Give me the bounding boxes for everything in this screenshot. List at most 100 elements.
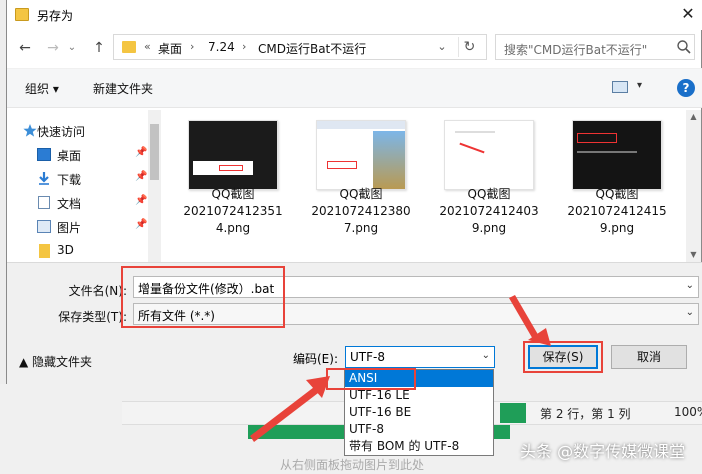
document-icon	[38, 196, 50, 209]
back-arrow-icon[interactable]: ←	[15, 38, 35, 58]
refresh-icon[interactable]: ↻	[458, 37, 480, 57]
star-icon	[23, 124, 37, 137]
file-name-line: QQ截图	[467, 187, 511, 201]
sidebar-item-label: 文档	[57, 197, 82, 211]
address-folder-icon	[122, 41, 136, 53]
list-item[interactable]: QQ截图 2021072412351 4.png	[171, 110, 295, 250]
encoding-option-utf8-bom[interactable]: 带有 BOM 的 UTF-8	[345, 438, 493, 455]
file-name-line: QQ截图	[211, 187, 255, 201]
help-icon[interactable]: ?	[677, 79, 695, 97]
address-overflow-chevron[interactable]: «	[144, 40, 151, 53]
view-options-icon[interactable]	[612, 81, 628, 93]
new-folder-button[interactable]: 新建文件夹	[93, 80, 153, 97]
file-name-line: QQ截图	[339, 187, 383, 201]
sidebar-item-pictures[interactable]: 图片 📌	[17, 216, 147, 238]
pin-icon: 📌	[135, 147, 148, 158]
search-box[interactable]: 搜索"CMD运行Bat不运行"	[495, 34, 695, 60]
encoding-value: UTF-8	[350, 350, 385, 364]
title-bar: 另存为 ✕	[7, 0, 702, 30]
file-name-line: QQ截图	[595, 187, 639, 201]
address-dropdown-icon[interactable]: ⌄	[434, 38, 450, 56]
sidebar-item-3d[interactable]: 3D	[17, 240, 147, 262]
organize-menu[interactable]: 组织 ▾	[25, 80, 59, 97]
file-thumbnail	[444, 120, 534, 190]
watermark-text: 头条 @数字传媒微课堂	[520, 442, 686, 461]
address-bar[interactable]: « 桌面 › 7.24 › CMD运行Bat不运行 ⌄ ↻	[113, 34, 487, 60]
breadcrumb-7-24[interactable]: 7.24	[208, 40, 235, 54]
sidebar-scrollbar-thumb[interactable]	[150, 124, 159, 180]
breadcrumb-separator[interactable]: ›	[190, 40, 194, 53]
file-list: QQ截图 2021072412351 4.png QQ截图 2021072412…	[167, 110, 687, 262]
scroll-down-icon[interactable]: ▼	[686, 248, 701, 262]
file-name-line: 2021072412351	[183, 204, 283, 218]
breadcrumb-current-folder[interactable]: CMD运行Bat不运行	[258, 40, 366, 57]
file-type-dropdown-icon[interactable]: ⌄	[686, 307, 694, 318]
list-item[interactable]: QQ截图 2021072412380 7.png	[299, 110, 423, 250]
desktop-icon	[37, 148, 51, 161]
pin-icon: 📌	[135, 171, 148, 182]
encoding-option-utf8[interactable]: UTF-8	[345, 421, 493, 438]
folder-icon	[39, 244, 50, 258]
file-name-line: 2021072412403	[439, 204, 539, 218]
sidebar-item-label: 桌面	[57, 149, 82, 163]
file-name: QQ截图 2021072412380 7.png	[299, 186, 423, 237]
file-thumbnail	[188, 120, 278, 190]
encoding-option-utf16be[interactable]: UTF-16 BE	[345, 404, 493, 421]
command-toolbar: 组织 ▾ 新建文件夹 ▾ ?	[7, 68, 702, 108]
file-list-scrollbar[interactable]: ▲ ▼	[686, 110, 701, 262]
navigation-pane: 快速访问 桌面 📌 下载 📌 文档 📌 图片 📌 3D	[7, 110, 159, 262]
list-item[interactable]: QQ截图 2021072412415 9.png	[555, 110, 679, 250]
background-status-indicator	[500, 403, 526, 423]
sidebar-item-label: 下载	[57, 173, 82, 187]
hide-folders-toggle[interactable]: ▲ 隐藏文件夹	[19, 353, 92, 370]
scroll-up-icon[interactable]: ▲	[686, 110, 701, 124]
save-as-dialog: 另存为 ✕ ← → ⌄ ↑ « 桌面 › 7.24 › CMD运行Bat不运行 …	[6, 0, 702, 384]
sidebar-item-desktop[interactable]: 桌面 📌	[17, 144, 147, 166]
folder-icon	[15, 8, 29, 21]
up-arrow-icon[interactable]: ↑	[89, 38, 109, 58]
close-button[interactable]: ✕	[675, 2, 701, 26]
pictures-icon	[37, 220, 51, 233]
search-input[interactable]: 搜索"CMD运行Bat不运行"	[504, 41, 647, 58]
file-type-label: 保存类型(T):	[58, 310, 127, 324]
breadcrumb-desktop[interactable]: 桌面	[158, 40, 182, 57]
file-name: QQ截图 2021072412351 4.png	[171, 186, 295, 237]
background-drop-placeholder: 从右侧面板拖动图片到此处	[280, 458, 425, 472]
sidebar-item-label: 3D	[57, 243, 74, 257]
sidebar-item-label: 快速访问	[37, 125, 86, 139]
encoding-dropdown-icon[interactable]: ⌄	[482, 350, 490, 361]
view-dropdown-icon[interactable]: ▾	[637, 80, 642, 91]
file-thumbnail	[316, 120, 406, 190]
file-thumbnail	[572, 120, 662, 190]
annotation-highlight-box	[121, 266, 285, 328]
breadcrumb-separator[interactable]: ›	[242, 40, 246, 53]
file-name-line: 2021072412380	[311, 204, 411, 218]
sidebar-item-downloads[interactable]: 下载 📌	[17, 168, 147, 190]
recent-locations-chevron-icon[interactable]: ⌄	[65, 38, 79, 58]
file-name: QQ截图 2021072412415 9.png	[555, 186, 679, 237]
file-name-line: 9.png	[599, 221, 635, 235]
file-name-line: 7.png	[343, 221, 379, 235]
pin-icon: 📌	[135, 219, 148, 230]
sidebar-item-label: 图片	[57, 221, 82, 235]
sidebar-item-quick-access[interactable]: 快速访问	[17, 120, 147, 142]
encoding-select[interactable]: UTF-8 ⌄	[345, 346, 495, 368]
pin-icon: 📌	[135, 195, 148, 206]
dialog-title: 另存为	[37, 9, 74, 23]
cancel-button[interactable]: 取消	[611, 345, 687, 369]
annotation-highlight-box	[326, 368, 416, 390]
encoding-label: 编码(E):	[293, 352, 338, 366]
list-item[interactable]: QQ截图 2021072412403 9.png	[427, 110, 551, 250]
file-name-line: 2021072412415	[567, 204, 667, 218]
download-icon	[39, 172, 49, 185]
search-icon[interactable]	[676, 39, 692, 55]
file-name-line: 9.png	[471, 221, 507, 235]
file-name: QQ截图 2021072412403 9.png	[427, 186, 551, 237]
filename-label: 文件名(N):	[68, 284, 127, 298]
sidebar-item-documents[interactable]: 文档 📌	[17, 192, 147, 214]
annotation-highlight-box	[523, 341, 603, 373]
file-name-line: 4.png	[215, 221, 251, 235]
forward-arrow-icon[interactable]: →	[43, 38, 63, 58]
status-zoom: 100%	[674, 405, 702, 419]
filename-dropdown-icon[interactable]: ⌄	[686, 280, 694, 291]
